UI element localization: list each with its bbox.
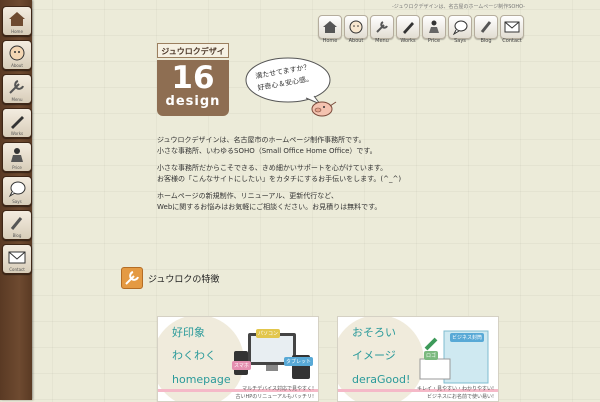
- nav-item-works[interactable]: Works: [396, 15, 420, 47]
- sidebar-item-label: Says: [12, 199, 22, 204]
- tag-smartphone: スマホ: [232, 361, 251, 370]
- card-line-1: おそろい: [352, 326, 396, 339]
- house-icon: [9, 12, 25, 26]
- speech-bubble: 満たせてますか？ 好奇心＆安心感。: [244, 54, 338, 120]
- sidebar-item-label: Home: [11, 29, 23, 34]
- section-title: ジュウロクの特徴: [148, 275, 220, 285]
- sidebar-item-says[interactable]: Says: [2, 176, 32, 206]
- card-line-2: わくわく: [172, 349, 216, 362]
- logo-word: design: [165, 94, 221, 109]
- pen-icon: [403, 22, 414, 34]
- tag-envelope: ビジネス封筒: [450, 333, 485, 342]
- sidebar-item-home[interactable]: Home: [2, 6, 32, 36]
- nav-item-menu[interactable]: Menu: [370, 15, 394, 47]
- sidebar-item-label: Menu: [11, 97, 23, 102]
- card-footnote: キレイ・見やすい・わかりやすい! ビジネスにお名前で使い易い!: [416, 386, 494, 400]
- nav-item-home[interactable]: Home: [318, 15, 342, 47]
- envelope-icon: [504, 21, 520, 33]
- intro-line: Webに関するお悩みはお気軽にご相談ください。お見積りは無料です。: [157, 203, 382, 211]
- sidebar-item-label: Blog: [12, 233, 22, 238]
- nav-item-about[interactable]: About: [344, 15, 368, 47]
- feature-card-homepage[interactable]: 好印象 わくわく homepage パソコン スマホ タブレット マルチデバイス…: [157, 316, 319, 402]
- sidebar-item-price[interactable]: Price: [2, 142, 32, 172]
- tag-tablet: タブレット: [284, 357, 314, 366]
- intro-line: 小さな事務所、いわゆるSOHO（Small Office Home Office…: [157, 147, 377, 155]
- sidebar-item-label: Works: [10, 131, 24, 136]
- intro-line: ジュウロクデザインは、名古屋市のホームページ制作事務所です。: [157, 136, 366, 144]
- feature-card-branding[interactable]: おそろい イメージ deraGood! ビジネス封筒 ロゴ キレイ・見やすい・わ…: [337, 316, 499, 402]
- nav-item-says[interactable]: Says: [448, 15, 472, 47]
- intro-line: お客様の「こんなサイトにしたい」をカタチにするお手伝いをします。(^_^): [157, 175, 402, 183]
- sidebar-item-works[interactable]: Works: [2, 108, 32, 138]
- intro-line: ホームページの新規制作、リニューアル、更新代行など、: [157, 192, 338, 200]
- face-icon: [9, 45, 25, 61]
- site-logo[interactable]: ジュウロクデザイン 16 design: [157, 43, 229, 116]
- person-icon: [429, 20, 439, 33]
- pencil-icon: [10, 217, 23, 230]
- sidebar-item-label: Contact: [9, 267, 25, 272]
- sidebar-item-label: About: [11, 63, 23, 68]
- face-icon: [349, 20, 363, 34]
- wrench-icon: [9, 80, 24, 94]
- logo-katakana: ジュウロクデザイン: [157, 43, 229, 71]
- site-tagline: -ジュウロクデザインは、名古屋のホームページ制作SOHO-: [392, 4, 525, 10]
- person-icon: [11, 148, 23, 162]
- tag-pc: パソコン: [256, 329, 281, 338]
- logo-box: 16 design: [157, 60, 229, 116]
- card-line-1: 好印象: [172, 326, 205, 339]
- sidebar-item-blog[interactable]: Blog: [2, 210, 32, 240]
- speech-bubble-icon: [452, 20, 468, 35]
- pig-icon: [311, 101, 337, 117]
- sidebar-item-menu[interactable]: Menu: [2, 74, 32, 104]
- wrench-icon: [121, 267, 143, 289]
- envelope-icon: [8, 251, 26, 264]
- tag-logo: ロゴ: [424, 351, 439, 360]
- sidebar-item-label: Price: [12, 165, 22, 170]
- nav-item-price[interactable]: Price: [422, 15, 446, 47]
- pencil-icon: [480, 21, 492, 33]
- sidebar-item-about[interactable]: About: [2, 40, 32, 70]
- sidebar-item-contact[interactable]: Contact: [2, 244, 32, 274]
- nav-label: Contact: [502, 38, 522, 44]
- nav-item-contact[interactable]: Contact: [500, 15, 524, 47]
- intro-text: ジュウロクデザインは、名古屋市のホームページ制作事務所です。 小さな事務所、いわ…: [157, 135, 487, 219]
- speech-bubble-icon: [8, 181, 26, 198]
- wrench-icon: [376, 21, 388, 33]
- pen-icon: [11, 116, 24, 129]
- intro-line: 小さな事務所だからこそできる、きめ細かいサポートを心がけています。: [157, 164, 388, 172]
- nav-item-blog[interactable]: Blog: [474, 15, 498, 47]
- logo-number: 16: [171, 60, 215, 96]
- left-sidebar: Home About Menu Works Price Says Blog Co…: [0, 0, 32, 400]
- house-icon: [323, 21, 337, 33]
- card-line-2: イメージ: [352, 349, 396, 362]
- card-footnote: マルチデバイス対応で見やすく! 古いHPのリニューアルもバッチリ!: [235, 386, 314, 400]
